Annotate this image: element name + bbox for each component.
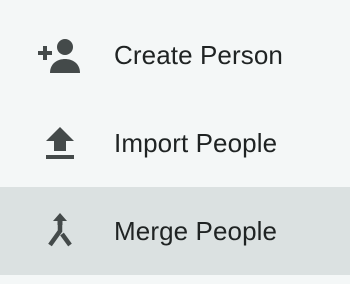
merge-people-label: Merge People xyxy=(114,216,278,246)
create-person-menu-item[interactable]: Create Person xyxy=(0,11,350,99)
import-people-menu-item[interactable]: Import People xyxy=(0,99,350,187)
merge-icon xyxy=(36,211,84,251)
merge-people-menu-item[interactable]: Merge People xyxy=(0,187,350,275)
upload-icon xyxy=(36,123,84,163)
actions-menu: Create Person Import People Merge People xyxy=(0,0,350,284)
create-person-label: Create Person xyxy=(114,40,283,70)
add-person-icon xyxy=(36,35,84,75)
import-people-label: Import People xyxy=(114,128,278,158)
